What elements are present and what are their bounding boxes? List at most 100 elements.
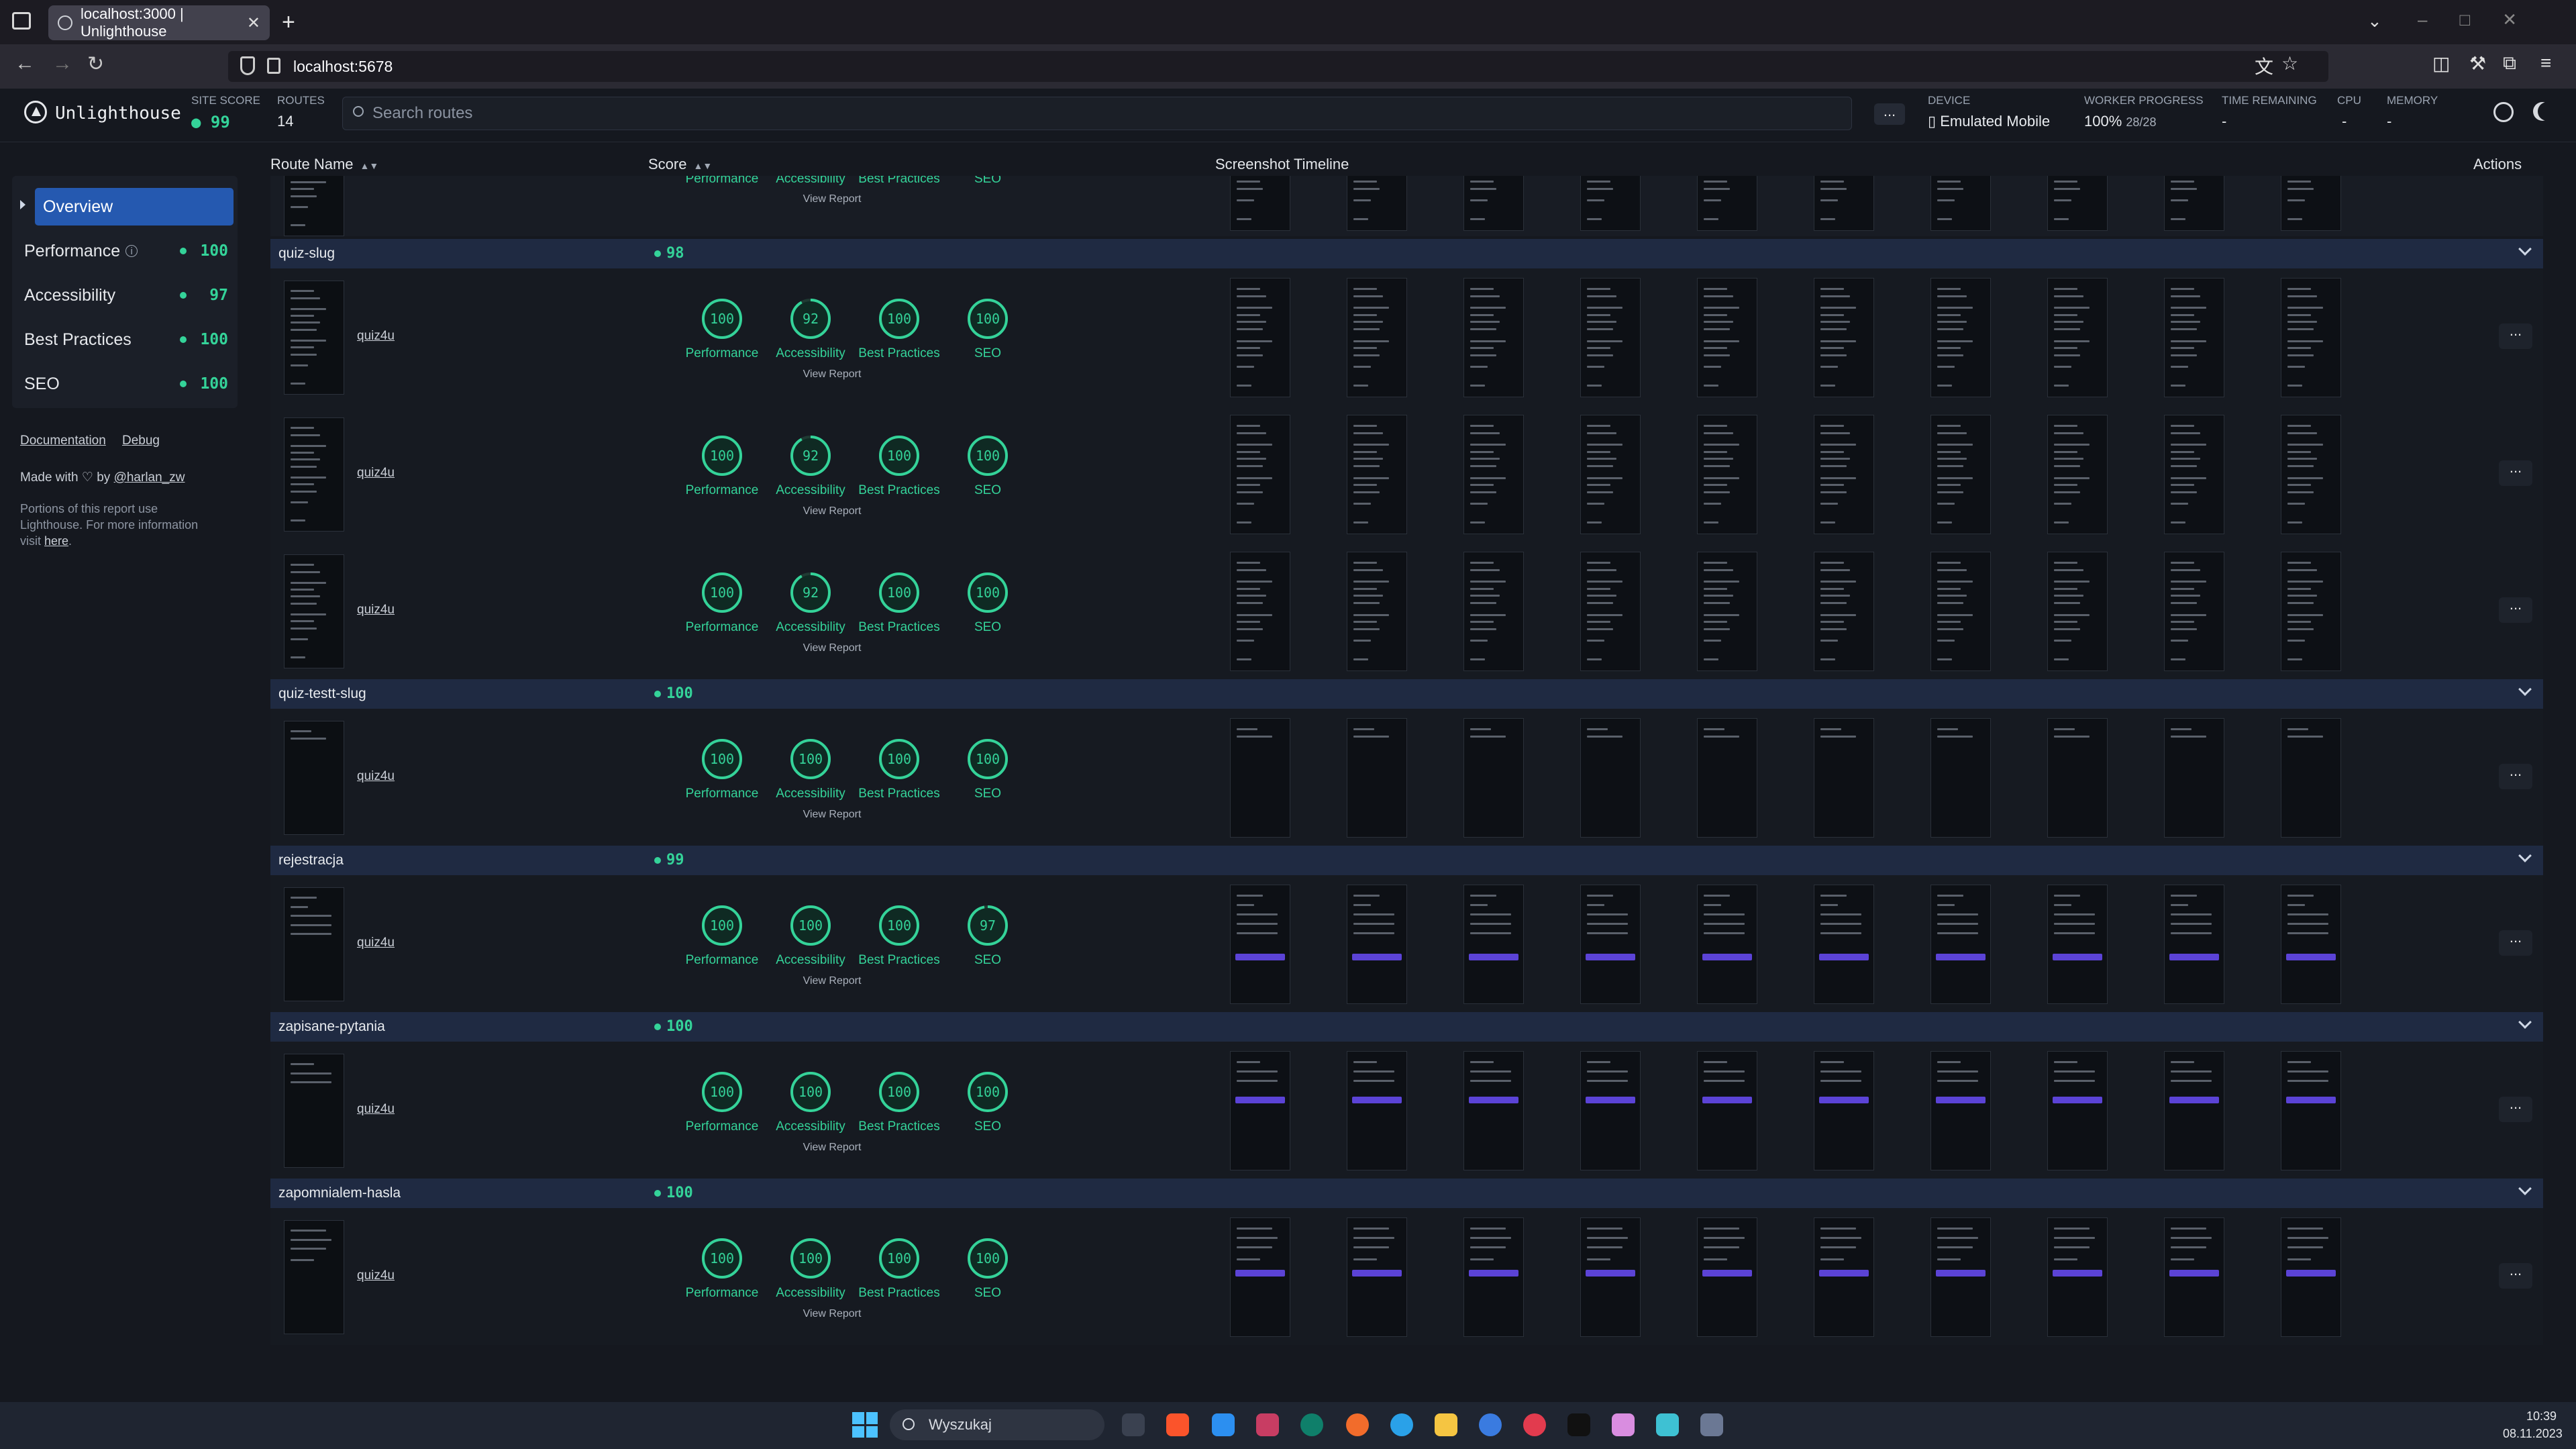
shield-icon[interactable] (240, 56, 255, 75)
route-group-header[interactable]: zapomnialem-hasla 100 (270, 1179, 2543, 1208)
score-label: Performance (685, 1286, 759, 1300)
route-link[interactable]: quiz4u (357, 1102, 395, 1117)
view-report-link[interactable]: View Report (785, 193, 879, 205)
windows-start-icon[interactable] (852, 1412, 878, 1438)
table-row[interactable]: quiz4u... (270, 268, 2543, 405)
extensions-icon[interactable]: ⧉ (2503, 52, 2516, 74)
app-icon[interactable] (1300, 1413, 1323, 1436)
forward-icon[interactable]: → (52, 52, 72, 75)
routes-label: ROUTES (277, 94, 325, 107)
timeline-screenshot (1230, 718, 1290, 838)
address-bar[interactable] (228, 51, 2328, 82)
translate-icon[interactable]: 文 (2255, 52, 2273, 79)
view-report-link[interactable]: View Report (785, 1308, 879, 1320)
x-icon[interactable] (1567, 1413, 1590, 1436)
table-row[interactable]: quiz4u... (270, 405, 2543, 542)
table-row[interactable]: quiz4u... (270, 875, 2543, 1012)
group-score: 100 (666, 1185, 693, 1201)
chevron-down-icon[interactable] (2518, 683, 2532, 696)
score-label: Performance (685, 787, 759, 801)
github-icon[interactable] (2493, 102, 2514, 122)
menu-icon[interactable]: ≡ (2540, 52, 2551, 74)
table-row[interactable]: quiz4u... (270, 1042, 2543, 1179)
row-actions-button[interactable]: ... (2499, 1097, 2532, 1122)
column-score[interactable]: Score ▲▼ (648, 156, 712, 173)
shot-button (2053, 954, 2102, 961)
window-controls[interactable]: –□✕ (2418, 9, 2549, 30)
cpu-label: CPU (2337, 94, 2361, 107)
chevron-down-icon[interactable] (2518, 849, 2532, 862)
row-actions-button[interactable]: ... (2499, 597, 2532, 623)
route-link[interactable]: quiz4u (357, 1268, 395, 1283)
app-icon[interactable] (1256, 1413, 1279, 1436)
route-group-header[interactable]: zapisane-pytania 100 (270, 1012, 2543, 1042)
row-actions-button[interactable]: ... (2499, 323, 2532, 349)
route-group-header[interactable]: quiz-testt-slug 100 (270, 679, 2543, 709)
dark-mode-icon[interactable] (2538, 102, 2557, 121)
table-row[interactable] (270, 176, 2543, 236)
column-route-name[interactable]: Route Name ▲▼ (270, 156, 378, 173)
row-actions-button[interactable]: ... (2499, 460, 2532, 486)
tools-icon[interactable]: ⚒ (2469, 52, 2486, 74)
bookmark-star-icon[interactable]: ☆ (2281, 52, 2298, 74)
chevron-down-icon[interactable] (2518, 242, 2532, 256)
row-actions-button[interactable]: ... (2499, 1263, 2532, 1289)
firefox-icon[interactable] (1479, 1413, 1502, 1436)
app-icon[interactable] (1390, 1413, 1413, 1436)
vscode-icon[interactable] (1212, 1413, 1235, 1436)
back-icon[interactable]: ← (15, 52, 35, 75)
page-icon[interactable] (267, 58, 280, 74)
route-thumbnail[interactable] (284, 554, 344, 668)
route-link[interactable]: quiz4u (357, 936, 395, 950)
pocket-icon[interactable]: ◫ (2432, 52, 2450, 74)
file-explorer-icon[interactable] (1435, 1413, 1457, 1436)
route-thumbnail[interactable] (284, 887, 344, 1001)
app-icon[interactable] (1656, 1413, 1679, 1436)
route-group-header[interactable]: quiz-slug 98 (270, 239, 2543, 268)
chevron-down-icon[interactable] (2518, 1182, 2532, 1195)
taskbar-search[interactable] (890, 1409, 1104, 1440)
reload-icon[interactable]: ↻ (87, 52, 104, 76)
sort-icon[interactable]: ▲▼ (360, 160, 379, 171)
browser-tab[interactable]: localhost:3000 | Unlighthouse ✕ (48, 5, 270, 40)
route-thumbnail[interactable] (284, 1220, 344, 1334)
route-link[interactable]: quiz4u (357, 769, 395, 784)
score-gauge: 100 (879, 572, 919, 613)
view-report-link[interactable]: View Report (785, 642, 879, 654)
route-thumbnail[interactable] (284, 281, 344, 395)
table-row[interactable]: quiz4u... (270, 709, 2543, 846)
timeline-screenshot (2281, 1051, 2341, 1170)
chevron-down-icon[interactable] (2518, 1015, 2532, 1029)
route-thumbnail[interactable] (284, 721, 344, 835)
taskbar-search-text[interactable]: Wyszukaj (929, 1416, 992, 1434)
postman-icon[interactable] (1346, 1413, 1369, 1436)
view-report-link[interactable]: View Report (785, 505, 879, 517)
row-actions-button[interactable]: ... (2499, 930, 2532, 956)
brave-icon[interactable] (1166, 1413, 1189, 1436)
search-input[interactable] (372, 99, 1842, 128)
close-tab-icon[interactable]: ✕ (247, 13, 260, 33)
route-group-header[interactable]: rejestracja 99 (270, 846, 2543, 875)
table-row[interactable]: quiz4u... (270, 542, 2543, 679)
sort-icon[interactable]: ▲▼ (693, 160, 712, 171)
chevron-down-icon[interactable]: ⌄ (2367, 11, 2382, 32)
row-actions-button[interactable]: ... (2499, 764, 2532, 789)
view-report-link[interactable]: View Report (785, 368, 879, 381)
calculator-icon[interactable] (1700, 1413, 1723, 1436)
view-report-link[interactable]: View Report (785, 1142, 879, 1154)
figma-icon[interactable] (1612, 1413, 1635, 1436)
opera-icon[interactable] (1523, 1413, 1546, 1436)
route-thumbnail[interactable] (284, 1054, 344, 1168)
view-report-link[interactable]: View Report (785, 975, 879, 987)
more-options-button[interactable]: ... (1874, 103, 1905, 125)
task-view-icon[interactable] (1122, 1413, 1145, 1436)
route-thumbnail[interactable] (284, 417, 344, 532)
route-link[interactable]: quiz4u (357, 603, 395, 617)
url-text[interactable]: localhost:5678 (293, 58, 393, 76)
route-link[interactable]: quiz4u (357, 329, 395, 344)
view-report-link[interactable]: View Report (785, 809, 879, 821)
table-row[interactable]: quiz4u... (270, 1208, 2543, 1345)
new-tab-icon[interactable]: + (282, 9, 295, 36)
route-link[interactable]: quiz4u (357, 466, 395, 481)
tab-list-icon[interactable] (12, 12, 31, 30)
